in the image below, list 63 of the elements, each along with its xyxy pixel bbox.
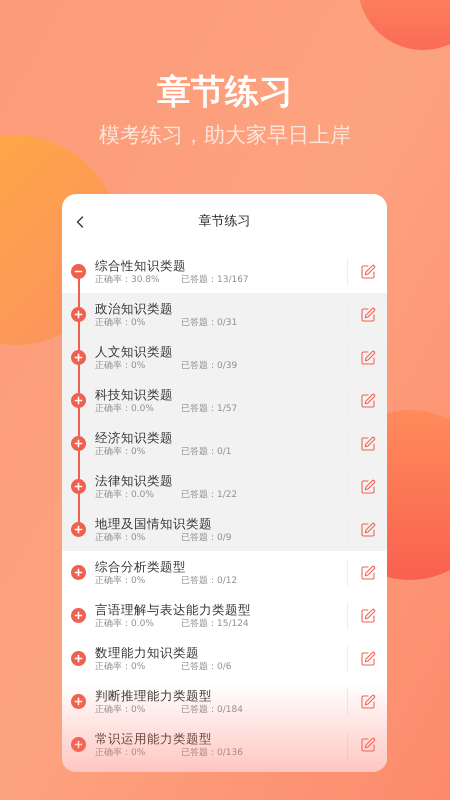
edit-icon[interactable] — [360, 650, 376, 666]
hero-subtitle: 模考练习，助大家早日上岸 — [99, 122, 351, 149]
accuracy-text: 正确率：0% — [95, 316, 146, 330]
accuracy-text: 正确率：0% — [95, 704, 146, 716]
accuracy-text: 正确率：0% — [95, 532, 146, 544]
expand-icon[interactable] — [71, 522, 86, 537]
expand-icon[interactable] — [71, 608, 86, 623]
category-title[interactable]: 政治知识类题 — [95, 300, 347, 316]
answered-count: 已答题：0/184 — [181, 704, 243, 716]
category-title[interactable]: 综合性知识类题 — [95, 256, 347, 274]
card-title: 章节练习 — [198, 213, 250, 232]
edit-icon[interactable] — [360, 306, 376, 322]
category-title[interactable]: 常识运用能力类题型 — [95, 730, 347, 746]
edit-icon[interactable] — [360, 264, 376, 280]
edit-icon[interactable] — [360, 694, 376, 710]
answered-count: 已答题：1/22 — [181, 488, 238, 502]
category-title[interactable]: 人文知识类题 — [95, 342, 347, 360]
edit-icon[interactable] — [360, 564, 376, 580]
answered-count: 已答题：15/124 — [181, 618, 249, 630]
expand-icon[interactable] — [71, 307, 86, 322]
collapse-icon[interactable] — [71, 264, 86, 279]
answered-count: 已答题：0/1 — [181, 446, 232, 458]
category-title[interactable]: 言语理解与表达能力类题型 — [95, 600, 347, 618]
accuracy-text: 正确率：0% — [95, 446, 146, 458]
answered-count: 已答题：13/167 — [181, 274, 249, 286]
category-title[interactable]: 数理能力知识类题 — [95, 644, 347, 660]
accuracy-text: 正确率：0% — [95, 746, 146, 760]
category-title[interactable]: 综合分析类题型 — [95, 558, 347, 574]
edit-icon[interactable] — [360, 608, 376, 624]
edit-icon[interactable] — [360, 736, 376, 752]
category-title[interactable]: 法律知识类题 — [95, 472, 347, 488]
edit-icon[interactable] — [360, 436, 376, 452]
edit-icon[interactable] — [360, 350, 376, 366]
accuracy-text: 正确率：0.0% — [95, 488, 155, 502]
expand-icon[interactable] — [71, 436, 86, 451]
expand-icon[interactable] — [71, 479, 86, 494]
expand-icon[interactable] — [71, 565, 86, 580]
accuracy-text: 正确率：0% — [95, 660, 146, 674]
answered-count: 已答题：0/6 — [181, 660, 232, 674]
expand-icon[interactable] — [71, 737, 86, 752]
expand-icon[interactable] — [71, 350, 86, 365]
category-title[interactable]: 经济知识类题 — [95, 428, 347, 446]
edit-icon[interactable] — [360, 478, 376, 494]
accuracy-text: 正确率：0% — [95, 574, 146, 588]
accuracy-text: 正确率：0.0% — [95, 618, 155, 630]
accuracy-text: 正确率：0% — [95, 360, 146, 372]
category-title[interactable]: 科技知识类题 — [95, 386, 347, 402]
answered-count: 已答题：0/9 — [181, 532, 232, 544]
edit-icon[interactable] — [360, 392, 376, 408]
answered-count: 已答题：1/57 — [181, 402, 238, 416]
category-title[interactable]: 地理及国情知识类题 — [95, 514, 347, 532]
accuracy-text: 正确率：0.0% — [95, 402, 155, 416]
expand-icon[interactable] — [71, 694, 86, 709]
answered-count: 已答题：0/12 — [181, 574, 238, 588]
expand-icon[interactable] — [71, 393, 86, 408]
answered-count: 已答题：0/31 — [181, 316, 238, 330]
hero-title: 章节练习 — [157, 71, 293, 114]
category-title[interactable]: 判断推理能力类题型 — [95, 686, 347, 704]
answered-count: 已答题：0/39 — [181, 360, 238, 372]
expand-icon[interactable] — [71, 651, 86, 666]
answered-count: 已答题：0/136 — [181, 746, 243, 760]
edit-icon[interactable] — [360, 522, 376, 538]
accuracy-text: 正确率：30.8% — [95, 274, 161, 286]
